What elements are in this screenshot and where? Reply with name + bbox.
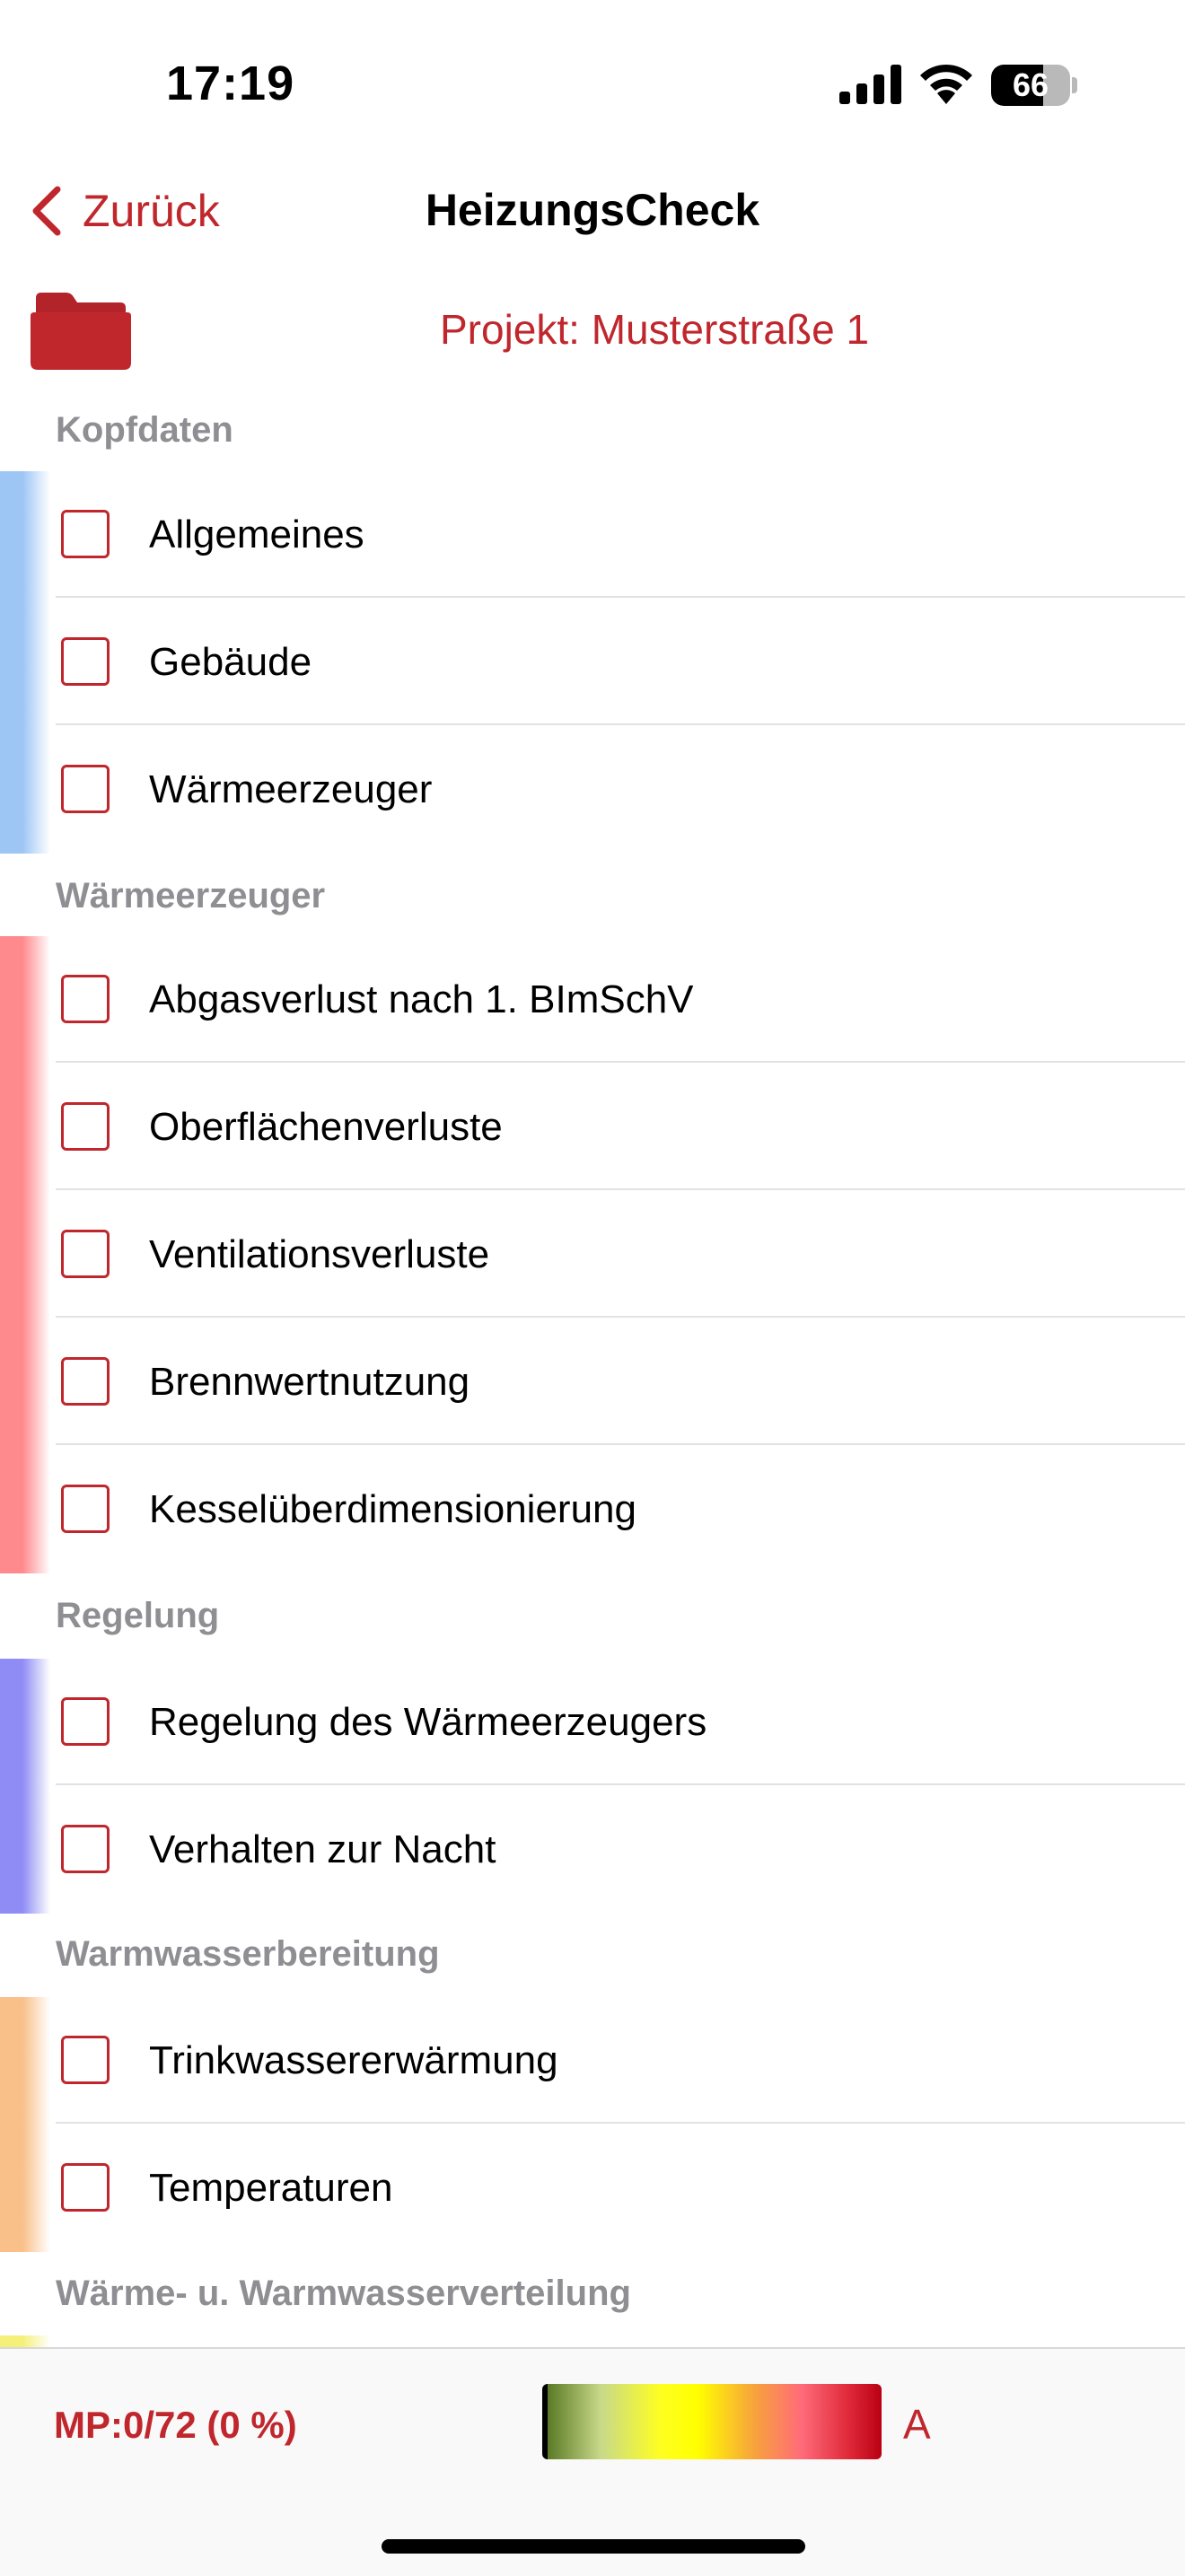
list-item-label: Oberflächenverluste: [149, 1105, 503, 1149]
list-item-label: Wärmeerzeuger: [149, 767, 433, 811]
list-item-allgemeines[interactable]: Allgemeines: [56, 471, 1185, 598]
cellular-signal-icon: [839, 65, 901, 104]
section-header-regelung: Regelung: [56, 1596, 220, 1635]
list-item-trinkwassererwaermung[interactable]: Trinkwassererwärmung: [56, 1997, 1185, 2124]
list-item-brennwertnutzung[interactable]: Brennwertnutzung: [56, 1319, 1185, 1445]
section-accent-waermeerzeuger: [0, 936, 50, 1573]
checkbox[interactable]: [61, 765, 110, 813]
list-item-verhalten-nacht[interactable]: Verhalten zur Nacht: [56, 1786, 1185, 1913]
list-item-label: Temperaturen: [149, 2166, 393, 2210]
rating-gradient-bar: [542, 2384, 882, 2459]
section-header-waermeverteilung: Wärme- u. Warmwasserverteilung: [56, 2274, 631, 2313]
checkbox[interactable]: [61, 510, 110, 558]
page-title: HeizungsCheck: [425, 185, 760, 235]
list-item-label: Verhalten zur Nacht: [149, 1827, 496, 1871]
section-header-waermeerzeuger: Wärmeerzeuger: [56, 876, 326, 916]
checkbox[interactable]: [61, 975, 110, 1023]
list-item-label: Brennwertnutzung: [149, 1360, 470, 1404]
list-item-temperaturen[interactable]: Temperaturen: [56, 2125, 1185, 2251]
battery-percentage: 66: [1012, 66, 1049, 103]
checkbox[interactable]: [61, 1357, 110, 1406]
list-item-label: Abgasverlust nach 1. BImSchV: [149, 977, 694, 1021]
list-item-regelung-waermeerzeuger[interactable]: Regelung des Wärmeerzeugers: [56, 1659, 1185, 1785]
section-accent-warmwasserbereitung: [0, 1997, 50, 2252]
checkbox[interactable]: [61, 1825, 110, 1873]
list-item-label: Regelung des Wärmeerzeugers: [149, 1700, 707, 1744]
list-item-label: Kesselüberdimensionierung: [149, 1487, 636, 1531]
checkbox[interactable]: [61, 2036, 110, 2084]
checkbox[interactable]: [61, 1102, 110, 1151]
list-item-kesselueberdimensionierung[interactable]: Kesselüberdimensionierung: [56, 1446, 1185, 1573]
list-item-waermeerzeuger[interactable]: Wärmeerzeuger: [56, 726, 1185, 853]
folder-icon[interactable]: [31, 289, 131, 370]
rating-letter: A: [903, 2401, 931, 2448]
list-item-gebaeude[interactable]: Gebäude: [56, 599, 1185, 725]
section-accent-regelung: [0, 1659, 50, 1914]
checkbox[interactable]: [61, 637, 110, 686]
section-accent-kopfdaten: [0, 471, 50, 854]
battery-icon: 66: [991, 65, 1077, 106]
list-item-label: Ventilationsverluste: [149, 1232, 490, 1276]
project-label[interactable]: Projekt: Musterstraße 1: [440, 305, 869, 354]
checkbox[interactable]: [61, 1485, 110, 1533]
status-time: 17:19: [166, 57, 295, 110]
list-item-label: Gebäude: [149, 640, 312, 684]
list-item-label: Trinkwassererwärmung: [149, 2038, 558, 2082]
checkbox[interactable]: [61, 2163, 110, 2212]
list-item-label: Allgemeines: [149, 513, 364, 556]
progress-text: MP:0/72 (0 %): [54, 2404, 297, 2446]
list-item-abgasverlust[interactable]: Abgasverlust nach 1. BImSchV: [56, 936, 1185, 1063]
checkbox[interactable]: [61, 1697, 110, 1746]
list-item-oberflaechenverluste[interactable]: Oberflächenverluste: [56, 1064, 1185, 1190]
checkbox[interactable]: [61, 1230, 110, 1278]
home-indicator[interactable]: [382, 2539, 805, 2554]
section-header-warmwasserbereitung: Warmwasserbereitung: [56, 1934, 440, 1974]
section-header-kopfdaten: Kopfdaten: [56, 410, 233, 450]
wifi-icon: [920, 64, 972, 104]
list-item-ventilationsverluste[interactable]: Ventilationsverluste: [56, 1191, 1185, 1318]
